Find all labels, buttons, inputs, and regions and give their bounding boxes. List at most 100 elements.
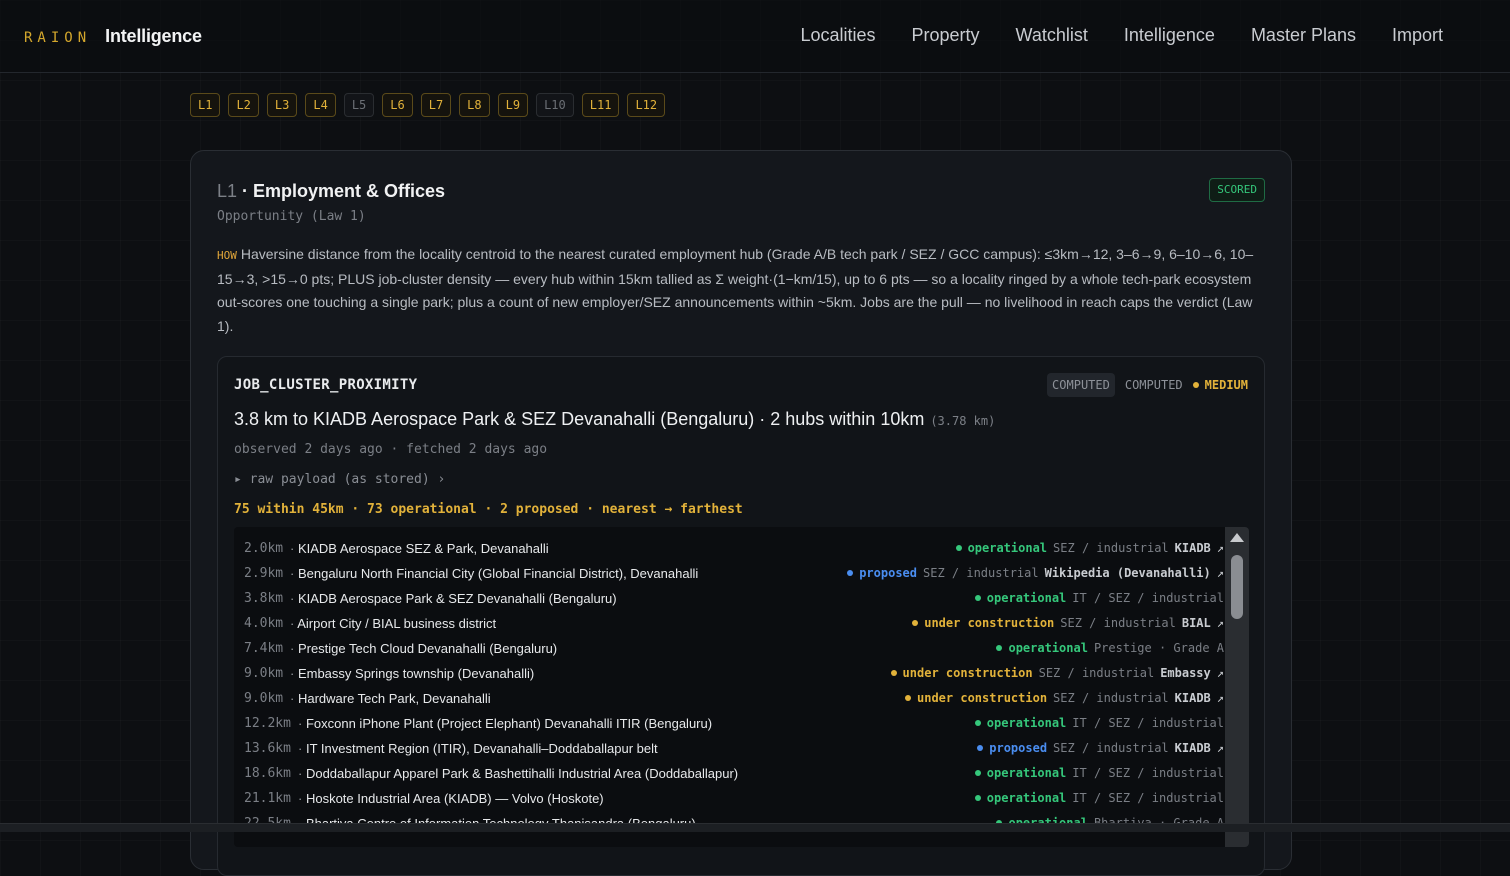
law-pill-l5[interactable]: L5 xyxy=(343,93,375,117)
law-pill-l9[interactable]: L9 xyxy=(497,93,529,117)
computed-badge: COMPUTED xyxy=(1047,373,1115,397)
hub-category: SEZ / industrial xyxy=(1060,616,1176,630)
hub-row[interactable]: 7.4km · Prestige Tech Cloud Devanahalli (… xyxy=(234,637,1224,662)
hub-row[interactable]: 18.6km · Doddaballapur Apparel Park & Bas… xyxy=(234,762,1224,787)
hub-name: · Foxconn iPhone Plant (Project Elephant… xyxy=(298,716,712,731)
how-description: HOW Haversine distance from the locality … xyxy=(217,243,1267,338)
hub-distance: 9.0km xyxy=(244,691,284,706)
nav-intelligence[interactable]: Intelligence xyxy=(1124,25,1215,46)
metric-card: JOB_CLUSTER_PROXIMITY COMPUTED COMPUTED … xyxy=(217,356,1265,876)
hub-name-text: IT Investment Region (ITIR), Devanahalli… xyxy=(305,741,658,756)
hub-status: operational xyxy=(986,791,1067,805)
status-dot-icon xyxy=(974,720,981,726)
hub-meta: operational IT / SEZ / industrial xyxy=(974,766,1224,780)
confidence-label: MEDIUM xyxy=(1204,378,1248,392)
hub-status: under construction xyxy=(924,616,1055,630)
hub-row[interactable]: 21.1km · Hoskote Industrial Area (KIADB) … xyxy=(234,787,1224,812)
hub-meta: under construction SEZ / industrial BIAL ↗ xyxy=(912,616,1224,630)
brand-intelligence: Intelligence xyxy=(105,26,202,46)
hub-source-link[interactable]: KIADB xyxy=(1175,691,1211,705)
status-dot-icon xyxy=(974,770,981,776)
hub-name-text: KIADB Aerospace Park & SEZ Devanahalli (… xyxy=(297,591,617,606)
hub-list-scrollbar[interactable] xyxy=(1225,527,1249,847)
law-pill-l1[interactable]: L1 xyxy=(190,93,221,117)
hub-category: IT / SEZ / industrial xyxy=(1072,791,1224,805)
hub-status: under construction xyxy=(902,666,1033,680)
law-pill-l7[interactable]: L7 xyxy=(420,93,452,117)
hub-name: · Prestige Tech Cloud Devanahalli (Benga… xyxy=(290,641,557,656)
metric-headline-text: 3.8 km to KIADB Aerospace Park & SEZ Dev… xyxy=(234,409,925,429)
hub-name-text: KIADB Aerospace SEZ & Park, Devanahalli xyxy=(297,541,549,556)
hub-name: · Airport City / BIAL business district xyxy=(290,616,496,631)
external-link-icon[interactable]: ↗ xyxy=(1217,666,1224,680)
hub-row[interactable]: 9.0km · Hardware Tech Park, Devanahalli un… xyxy=(234,687,1224,712)
hub-row[interactable]: 2.9km · Bengaluru North Financial City (G… xyxy=(234,562,1224,587)
hub-separator: · xyxy=(298,741,306,756)
how-text: Haversine distance from the locality cen… xyxy=(217,246,1254,334)
external-link-icon[interactable]: ↗ xyxy=(1217,566,1224,580)
nav-import[interactable]: Import xyxy=(1392,25,1443,46)
hub-category: SEZ / industrial xyxy=(1053,741,1169,755)
hub-source-link[interactable]: KIADB xyxy=(1175,741,1211,755)
status-dot-icon xyxy=(847,570,854,576)
raw-payload-toggle[interactable]: ▸ raw payload (as stored) › xyxy=(234,472,445,487)
hub-separator: · xyxy=(290,591,298,606)
law-pill-l12[interactable]: L12 xyxy=(627,93,666,117)
hub-category: SEZ / industrial xyxy=(1038,666,1155,680)
hub-status: under construction xyxy=(917,691,1048,705)
computed-label: COMPUTED xyxy=(1124,378,1183,392)
hub-source-link[interactable]: Embassy xyxy=(1160,666,1211,680)
nav-master-plans[interactable]: Master Plans xyxy=(1251,25,1356,46)
nav-localities[interactable]: Localities xyxy=(800,25,875,46)
hub-row[interactable]: 4.0km · Airport City / BIAL business dist… xyxy=(234,612,1224,637)
law-pill-l10[interactable]: L10 xyxy=(536,93,574,117)
hub-summary: 75 within 45km · 73 operational · 2 prop… xyxy=(234,502,743,517)
hub-meta: under construction SEZ / industrial Embass… xyxy=(890,666,1224,680)
brand[interactable]: RAION Intelligence xyxy=(24,26,202,47)
law-pill-l4[interactable]: L4 xyxy=(305,93,336,117)
hub-meta: operational SEZ / industrial KIADB ↗ xyxy=(955,541,1224,555)
external-link-icon[interactable]: ↗ xyxy=(1217,541,1224,555)
hub-name-text: Hardware Tech Park, Devanahalli xyxy=(297,691,491,706)
hub-row[interactable]: 9.0km · Embassy Springs township (Devanah… xyxy=(234,662,1224,687)
nav-watchlist[interactable]: Watchlist xyxy=(1016,25,1088,46)
status-dot-icon xyxy=(890,670,897,676)
scroll-up-icon[interactable] xyxy=(1230,533,1244,542)
hub-source-link[interactable]: Wikipedia (Devanahalli) xyxy=(1045,566,1211,580)
external-link-icon[interactable]: ↗ xyxy=(1217,741,1224,755)
hub-distance: 18.6km xyxy=(244,766,291,781)
law-pill-l2[interactable]: L2 xyxy=(228,93,259,117)
law-pill-l8[interactable]: L8 xyxy=(459,93,490,117)
external-link-icon[interactable]: ↗ xyxy=(1217,616,1224,630)
law-pill-l3[interactable]: L3 xyxy=(266,93,298,117)
hub-meta: operational IT / SEZ / industrial xyxy=(974,791,1224,805)
hub-distance: 13.6km xyxy=(244,741,291,756)
hub-row[interactable]: 2.0km · KIADB Aerospace SEZ & Park, Devan… xyxy=(234,537,1224,562)
law-pill-l11[interactable]: L11 xyxy=(581,93,620,117)
hub-status: operational xyxy=(1008,641,1088,655)
hub-category: IT / SEZ / industrial xyxy=(1072,716,1224,730)
hub-name: · Hoskote Industrial Area (KIADB) — Volv… xyxy=(298,791,604,806)
hub-separator: · xyxy=(290,641,298,656)
hub-distance: 3.8km xyxy=(244,591,284,606)
top-bar: RAION Intelligence Localities Property W… xyxy=(0,0,1510,73)
hub-list[interactable]: 2.0km · KIADB Aerospace SEZ & Park, Devan… xyxy=(234,527,1249,847)
status-dot-icon xyxy=(996,645,1003,651)
hub-source-link[interactable]: KIADB xyxy=(1175,541,1211,555)
hub-source-link[interactable]: BIAL xyxy=(1182,616,1211,630)
hub-row[interactable]: 3.8km · KIADB Aerospace Park & SEZ Devana… xyxy=(234,587,1224,612)
hub-distance: 21.1km xyxy=(244,791,291,806)
external-link-icon[interactable]: ↗ xyxy=(1217,691,1224,705)
hub-name-text: Doddaballapur Apparel Park & Bashettihal… xyxy=(305,766,739,781)
hub-separator: · xyxy=(290,691,298,706)
scroll-thumb[interactable] xyxy=(1231,555,1243,619)
status-dot-icon xyxy=(974,795,981,801)
law-subtitle: Opportunity (Law 1) xyxy=(217,209,366,224)
hub-status: proposed xyxy=(859,566,917,580)
hub-row[interactable]: 12.2km · Foxconn iPhone Plant (Project El… xyxy=(234,712,1224,737)
nav-property[interactable]: Property xyxy=(911,25,979,46)
hub-row[interactable]: 13.6km · IT Investment Region (ITIR), Dev… xyxy=(234,737,1224,762)
hub-distance: 2.9km xyxy=(244,566,284,581)
confidence-dot-icon xyxy=(1192,382,1199,388)
law-pill-l6[interactable]: L6 xyxy=(382,93,413,117)
